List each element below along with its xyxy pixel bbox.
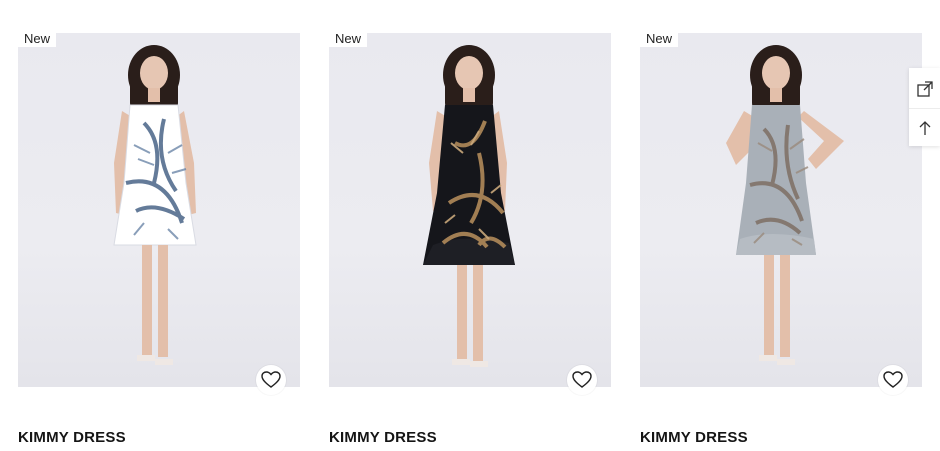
heart-icon bbox=[883, 371, 903, 388]
heart-icon bbox=[261, 371, 281, 388]
expand-arrow-icon bbox=[916, 81, 933, 97]
product-card[interactable]: New KIMMY DRESS bbox=[18, 31, 300, 451]
wishlist-button[interactable] bbox=[878, 365, 908, 395]
wishlist-button[interactable] bbox=[256, 365, 286, 395]
wishlist-button[interactable] bbox=[567, 365, 597, 395]
scroll-top-button[interactable] bbox=[909, 108, 940, 147]
floating-tools bbox=[909, 68, 940, 146]
arrow-up-icon bbox=[919, 121, 930, 135]
heart-icon bbox=[572, 371, 592, 388]
model-illustration bbox=[113, 45, 197, 365]
new-badge: New bbox=[640, 31, 679, 47]
product-image[interactable] bbox=[329, 33, 611, 387]
model-illustration bbox=[423, 45, 515, 367]
product-title[interactable]: KIMMY DRESS bbox=[640, 429, 748, 446]
model-illustration bbox=[726, 45, 844, 365]
product-card[interactable]: New KIMMY DRESS bbox=[640, 31, 922, 451]
product-title[interactable]: KIMMY DRESS bbox=[329, 429, 437, 446]
new-badge: New bbox=[329, 31, 368, 47]
expand-button[interactable] bbox=[909, 70, 940, 108]
product-image[interactable] bbox=[18, 33, 300, 387]
product-grid: New KIMMY DRESS New KIMMY DRESS New KIMM… bbox=[0, 0, 940, 451]
product-title[interactable]: KIMMY DRESS bbox=[18, 429, 126, 446]
product-image[interactable] bbox=[640, 33, 922, 387]
new-badge: New bbox=[18, 31, 57, 47]
product-card[interactable]: New KIMMY DRESS bbox=[329, 31, 611, 451]
